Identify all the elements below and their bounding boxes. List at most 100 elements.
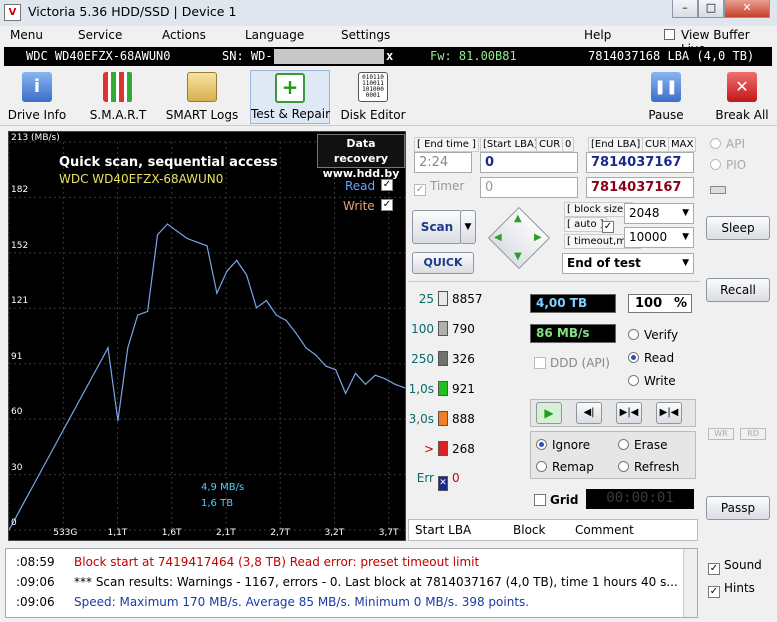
read-point bbox=[275, 314, 277, 316]
end-cur-button[interactable]: CUR bbox=[642, 137, 670, 152]
read-point bbox=[57, 438, 60, 440]
maximize-button[interactable]: □ bbox=[698, 0, 724, 18]
close-button[interactable]: ✕ bbox=[724, 0, 770, 18]
skip-icon[interactable]: ▶|◀ bbox=[616, 402, 642, 424]
read-point bbox=[374, 374, 376, 376]
read-point bbox=[176, 230, 178, 232]
sound-checkbox[interactable]: ✓ Sound bbox=[708, 558, 762, 575]
break-all-button[interactable]: ✕ Break All bbox=[714, 70, 770, 124]
led-indicator bbox=[710, 186, 726, 194]
end-lba-field-2[interactable]: 7814037167 bbox=[586, 177, 694, 198]
timer-field[interactable]: 0 bbox=[480, 177, 578, 198]
pio-radio[interactable]: PIO bbox=[710, 158, 746, 172]
erase-radio[interactable]: Erase bbox=[618, 438, 668, 452]
start-lba-field[interactable]: 0 bbox=[480, 152, 578, 173]
read-point bbox=[285, 319, 287, 322]
auto-checkbox[interactable]: ✓ bbox=[602, 216, 618, 233]
x-tick-label: 1,6T bbox=[161, 528, 182, 538]
histogram-row: 3,0s 888 bbox=[408, 411, 526, 426]
scan-dropdown-icon[interactable]: ▼ bbox=[460, 210, 476, 244]
hints-checkbox[interactable]: ✓ Hints bbox=[708, 581, 755, 598]
speed-box: 86 MB/s bbox=[530, 324, 616, 343]
block-size-select[interactable]: 2048 ▼ bbox=[624, 203, 694, 224]
ignore-radio[interactable]: Ignore bbox=[536, 438, 590, 452]
direction-pad[interactable]: ▲ ▼ ◀ ▶ bbox=[486, 205, 552, 271]
scan-graph: 213 (MB/s) 182 152 121 91 60 30 0 533G 1,1T 1,6T… bbox=[8, 131, 406, 541]
histogram-label: 1,0s bbox=[408, 382, 434, 396]
dpad-up-icon[interactable]: ▲ bbox=[514, 213, 522, 224]
menu-item-actions[interactable]: Actions bbox=[162, 28, 206, 42]
read-legend-checkbox[interactable]: ✓ bbox=[381, 179, 393, 191]
read-point bbox=[394, 383, 396, 385]
smart-button[interactable]: S.M.A.R.T bbox=[86, 70, 150, 124]
timeout-select[interactable]: 10000 ▼ bbox=[624, 227, 694, 248]
error-row: Err ✕ 0 bbox=[408, 471, 460, 491]
col-block[interactable]: Block bbox=[513, 523, 545, 537]
read-point bbox=[87, 383, 89, 385]
pause-label: Pause bbox=[648, 108, 684, 122]
menu-item-service[interactable]: Service bbox=[78, 28, 122, 42]
log-entry: :09:06 Speed: Maximum 170 MB/s. Average 8… bbox=[16, 595, 529, 609]
view-buffer-checkbox[interactable] bbox=[664, 29, 675, 40]
quick-button[interactable]: QUICK bbox=[412, 252, 474, 274]
write-legend-checkbox[interactable]: ✓ bbox=[381, 199, 393, 211]
grid-checkbox[interactable]: Grid bbox=[534, 493, 578, 507]
y-tick-label: 60 bbox=[11, 407, 23, 418]
col-start-lba[interactable]: Start LBA bbox=[415, 523, 471, 537]
drive-info-button[interactable]: i Drive Info bbox=[6, 70, 68, 124]
disk-editor-button[interactable]: 010110 110011 101000 0001 Disk Editor bbox=[340, 70, 406, 124]
serial-redacted bbox=[274, 49, 384, 64]
scanned-size-box: 4,00 TB bbox=[530, 294, 616, 313]
menu-item-menu[interactable]: Menu bbox=[10, 28, 43, 42]
recall-button[interactable]: Recall bbox=[706, 278, 770, 302]
histogram-count: 888 bbox=[452, 412, 475, 426]
test-repair-button[interactable]: + Test & Repair bbox=[250, 70, 330, 124]
end-lba-label: [End LBA] bbox=[588, 137, 644, 152]
end-time-label: [ End time ] bbox=[414, 137, 479, 152]
play-icon[interactable]: ▶ bbox=[536, 402, 562, 424]
dpad-right-icon[interactable]: ▶ bbox=[534, 232, 542, 243]
hdd-by-logo: Data recovery www.hdd.by bbox=[317, 134, 405, 180]
rewind-icon[interactable]: ◀| bbox=[576, 402, 602, 424]
menu-item-help[interactable]: Help bbox=[584, 28, 611, 42]
end-max-button[interactable]: MAX bbox=[668, 137, 697, 152]
read-legend-label: Read bbox=[345, 179, 376, 193]
end-lba-field[interactable]: 7814037167 bbox=[586, 152, 694, 173]
timer-checkbox[interactable]: ✓ Timer bbox=[414, 179, 464, 196]
dpad-left-icon[interactable]: ◀ bbox=[494, 232, 502, 243]
read-point bbox=[137, 314, 139, 316]
refresh-radio[interactable]: Refresh bbox=[618, 460, 679, 474]
read-radio[interactable]: Read bbox=[628, 351, 674, 365]
end-of-test-select[interactable]: End of test ▼ bbox=[562, 253, 694, 274]
smart-logs-button[interactable]: SMART Logs bbox=[164, 70, 240, 124]
write-radio[interactable]: Write bbox=[628, 374, 676, 388]
smart-logs-label: SMART Logs bbox=[165, 108, 239, 122]
smart-icon bbox=[103, 72, 133, 102]
end-time-field[interactable]: 2:24 bbox=[414, 152, 472, 173]
ddd-api-checkbox[interactable]: DDD (API) bbox=[534, 356, 610, 370]
firmware-version: Fw: 81.00B81 bbox=[430, 49, 517, 63]
y-tick-label: 30 bbox=[11, 462, 23, 473]
sleep-button[interactable]: Sleep bbox=[706, 216, 770, 240]
dpad-down-icon[interactable]: ▼ bbox=[514, 251, 522, 262]
menu-item-settings[interactable]: Settings bbox=[341, 28, 390, 42]
menu-item-language[interactable]: Language bbox=[245, 28, 304, 42]
minimize-button[interactable]: – bbox=[672, 0, 698, 18]
serial-close-icon[interactable]: x bbox=[386, 49, 393, 63]
verify-radio[interactable]: Verify bbox=[628, 328, 678, 342]
histogram-count: 268 bbox=[452, 442, 475, 456]
passp-button[interactable]: Passp bbox=[706, 496, 770, 520]
end-icon[interactable]: ▶|◀ bbox=[656, 402, 682, 424]
pause-button[interactable]: ❚❚ Pause bbox=[644, 70, 688, 124]
col-comment[interactable]: Comment bbox=[575, 523, 634, 537]
scan-button[interactable]: Scan bbox=[412, 210, 462, 244]
log-scrollbar[interactable] bbox=[683, 549, 697, 617]
read-point bbox=[77, 401, 79, 404]
start-cur-button[interactable]: CUR bbox=[536, 137, 564, 152]
read-point bbox=[97, 365, 99, 367]
x-tick-label: 2,1T bbox=[215, 528, 236, 538]
api-radio[interactable]: API bbox=[710, 137, 745, 151]
start-zero-button[interactable]: 0 bbox=[562, 137, 575, 152]
read-point bbox=[196, 241, 198, 243]
remap-radio[interactable]: Remap bbox=[536, 460, 594, 474]
